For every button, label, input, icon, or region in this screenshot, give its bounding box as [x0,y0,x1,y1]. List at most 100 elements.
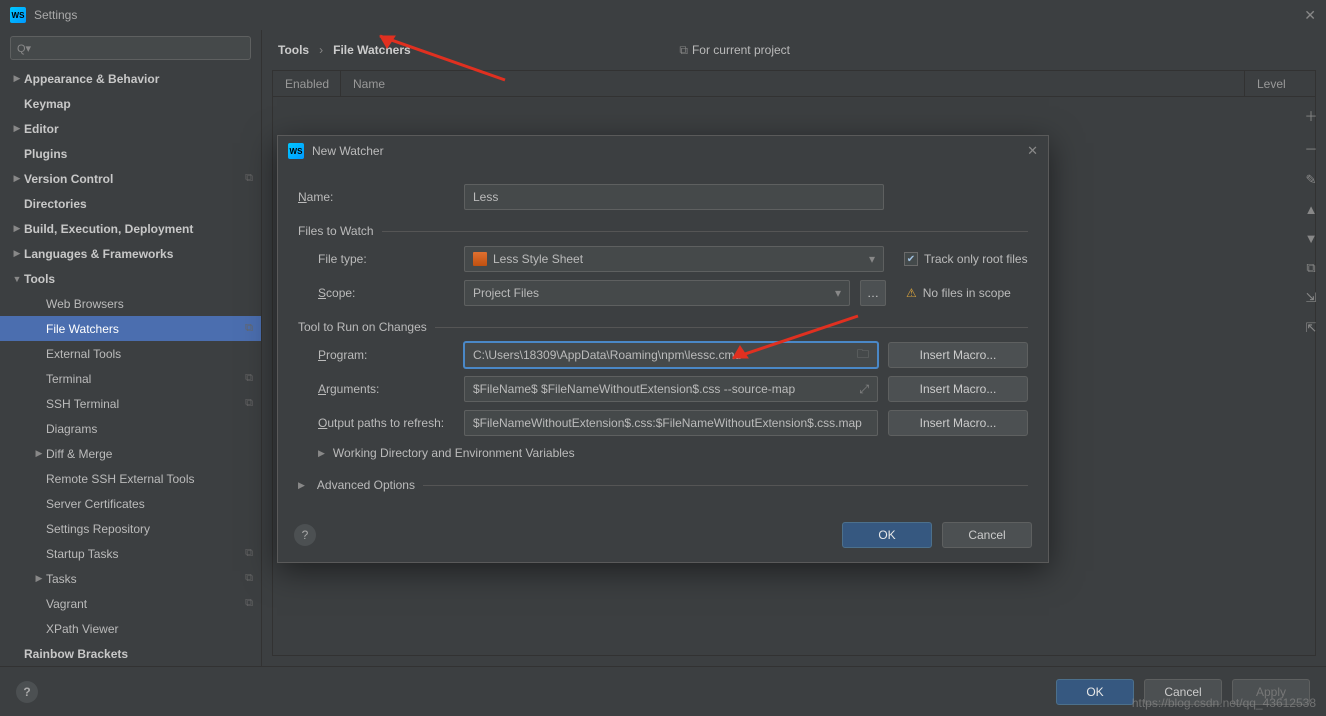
sidebar-item[interactable]: Remote SSH External Tools [0,466,261,491]
sidebar-item-label: Appearance & Behavior [24,72,253,86]
section-tool: Tool to Run on Changes [298,320,427,334]
breadcrumb-leaf: File Watchers [333,43,411,57]
sidebar-item-label: Plugins [24,147,253,161]
folder-icon[interactable]: 🗀 [857,345,869,366]
sidebar-item[interactable]: ▶Build, Execution, Deployment [0,216,261,241]
sidebar-item[interactable]: Diagrams [0,416,261,441]
filetype-label: File type: [298,252,454,266]
down-icon[interactable]: ▼ [1305,231,1318,246]
settings-footer: ? OK Cancel Apply [0,666,1326,716]
table-header: Enabled Name Level [273,71,1315,97]
th-level[interactable]: Level [1245,71,1315,96]
arguments-input[interactable]: $FileName$ $FileNameWithoutExtension$.cs… [464,376,878,402]
close-icon[interactable]: ✕ [1027,143,1038,159]
sidebar-item-label: Tools [24,272,253,286]
filetype-select[interactable]: Less Style Sheet ▾ [464,246,884,272]
dialog-titlebar: WS New Watcher ✕ [278,136,1048,166]
close-icon[interactable]: ✕ [1304,7,1316,24]
sidebar-item-label: Version Control [24,172,245,186]
output-input[interactable]: $FileNameWithoutExtension$.css:$FileName… [464,410,878,436]
chevron-right-icon: ▶ [298,480,305,491]
working-dir-section[interactable]: ▶ Working Directory and Environment Vari… [298,446,1028,460]
breadcrumb-root[interactable]: Tools [278,43,309,57]
scope-label: ⧉For current project [679,43,790,58]
cancel-button[interactable]: Cancel [942,522,1032,548]
tree-arrow-icon: ▼ [10,274,24,284]
apply-button[interactable]: Apply [1232,679,1310,705]
sidebar-item[interactable]: ▼Tools [0,266,261,291]
sidebar-item[interactable]: Web Browsers [0,291,261,316]
insert-macro-button[interactable]: Insert Macro... [888,342,1028,368]
sidebar-item[interactable]: Settings Repository [0,516,261,541]
table-toolbar: ＋ － ✎ ▲ ▼ ⧉ ⇲ ⇱ [1296,100,1326,336]
th-enabled[interactable]: Enabled [273,71,341,96]
copy-icon[interactable]: ⧉ [1306,260,1315,276]
section-files: Files to Watch [298,224,374,238]
scope-badge-icon: ⧉ [245,597,253,610]
remove-icon[interactable]: － [1304,139,1317,158]
insert-macro-button[interactable]: Insert Macro... [888,376,1028,402]
advanced-section[interactable]: Advanced Options [317,478,415,492]
chevron-right-icon: ▶ [318,448,325,459]
sidebar-item-label: Startup Tasks [46,547,245,561]
sidebar-item[interactable]: ▶Tasks⧉ [0,566,261,591]
up-icon[interactable]: ▲ [1305,202,1318,217]
tree-arrow-icon: ▶ [10,223,24,234]
search-input[interactable]: Q▾ [10,36,251,60]
program-input[interactable]: C:\Users\18309\AppData\Roaming\npm\lessc… [464,342,878,368]
sidebar-item[interactable]: XPath Viewer [0,616,261,641]
name-label: Name: [298,190,454,204]
export-icon[interactable]: ⇱ [1306,320,1317,336]
sidebar-item-label: Build, Execution, Deployment [24,222,253,236]
ok-button[interactable]: OK [1056,679,1134,705]
sidebar-item-label: SSH Terminal [46,397,245,411]
search-field[interactable] [35,41,244,55]
sidebar-item-label: Directories [24,197,253,211]
add-icon[interactable]: ＋ [1304,106,1317,125]
sidebar-item[interactable]: External Tools [0,341,261,366]
cancel-button[interactable]: Cancel [1144,679,1222,705]
titlebar: WS Settings ✕ [0,0,1326,30]
expand-icon[interactable]: ⤢ [859,382,869,397]
chevron-down-icon: ▾ [835,286,841,300]
sidebar-item[interactable]: Terminal⧉ [0,366,261,391]
scope-select[interactable]: Project Files▾ [464,280,850,306]
insert-macro-button[interactable]: Insert Macro... [888,410,1028,436]
scope-badge-icon: ⧉ [245,372,253,385]
sidebar-item[interactable]: ▶Editor [0,116,261,141]
dialog-title: New Watcher [312,144,384,158]
sidebar-item-label: Languages & Frameworks [24,247,253,261]
sidebar-item[interactable]: SSH Terminal⧉ [0,391,261,416]
sidebar-item-label: Diff & Merge [46,447,253,461]
sidebar-item[interactable]: Keymap [0,91,261,116]
chevron-down-icon: ▾ [869,252,875,266]
sidebar-item[interactable]: File Watchers⧉ [0,316,261,341]
sidebar-item[interactable]: Vagrant⧉ [0,591,261,616]
sidebar-item[interactable]: ▶Version Control⧉ [0,166,261,191]
tree-arrow-icon: ▶ [10,73,24,84]
sidebar-item[interactable]: Directories [0,191,261,216]
scope-badge-icon: ⧉ [245,547,253,560]
import-icon[interactable]: ⇲ [1306,290,1317,306]
th-name[interactable]: Name [341,71,1245,96]
help-button[interactable]: ? [16,681,38,703]
ok-button[interactable]: OK [842,522,932,548]
sidebar-item-label: Terminal [46,372,245,386]
sidebar-item[interactable]: Plugins [0,141,261,166]
track-root-checkbox[interactable]: ✔ Track only root files [904,252,1028,266]
app-icon: WS [10,7,26,23]
sidebar-item[interactable]: Server Certificates [0,491,261,516]
sidebar-item[interactable]: Rainbow Brackets [0,641,261,662]
sidebar-item[interactable]: ▶Appearance & Behavior [0,66,261,91]
sidebar-item-label: File Watchers [46,322,245,336]
sidebar-item[interactable]: ▶Diff & Merge [0,441,261,466]
sidebar-item[interactable]: Startup Tasks⧉ [0,541,261,566]
sidebar-item-label: Rainbow Brackets [24,647,253,661]
sidebar-item-label: XPath Viewer [46,622,253,636]
help-button[interactable]: ? [294,524,316,546]
scope-browse-button[interactable]: … [860,280,886,306]
edit-icon[interactable]: ✎ [1306,172,1317,188]
window-title: Settings [34,8,77,22]
sidebar-item[interactable]: ▶Languages & Frameworks [0,241,261,266]
name-input[interactable]: Less [464,184,884,210]
